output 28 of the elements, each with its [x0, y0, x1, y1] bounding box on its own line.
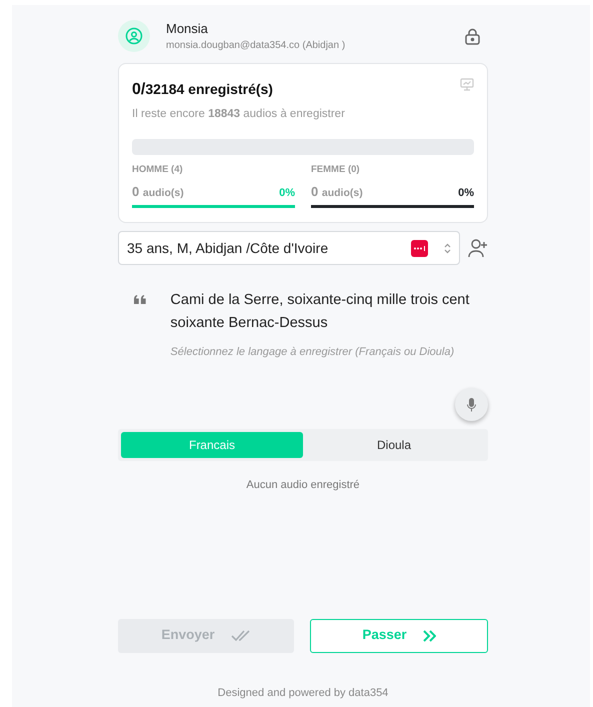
gender-label: FEMME (0) — [311, 163, 361, 178]
quote-icon — [134, 293, 146, 306]
sentence-text: Cami de la Serre, soixante-cinq mille trois cent soixante Bernac-Dessus — [170, 291, 470, 334]
chevron-up-down-icon — [444, 242, 451, 254]
skip-button[interactable]: Passer — [310, 618, 488, 652]
double-check-icon — [230, 630, 251, 642]
percent-text: 0% — [279, 186, 295, 201]
hint-text: Sélectionnez le langage à enregistrer (Français ou Dioula) — [170, 344, 456, 360]
audio-count: 0 audio(s) — [132, 182, 184, 200]
audio-count: 0 audio(s) — [311, 182, 363, 200]
footer-text: Designed and powered by data354 — [216, 686, 390, 700]
user-email: monsia.dougban@data354.co (Abidjan ) — [166, 39, 346, 54]
double-chevron-icon — [422, 630, 436, 642]
language-tab[interactable]: Dioula — [303, 432, 485, 458]
lock-icon[interactable] — [465, 28, 480, 44]
user-name: Monsia — [166, 20, 209, 38]
speaker-select[interactable]: 35 ans, M, Abidjan /Côte d'Ivoire — [118, 231, 460, 266]
recorded-count: 0/32184 enregistré(s) — [132, 80, 273, 100]
language-tab[interactable]: Francais — [121, 432, 303, 458]
flag-icon — [411, 240, 428, 257]
percent-text: 0% — [458, 186, 474, 201]
microphone-icon — [467, 398, 476, 412]
gender-label: HOMME (4) — [132, 163, 184, 178]
microphone-button[interactable] — [455, 388, 488, 422]
remaining-text: Il reste encore 18843 audios à enregistrer — [132, 107, 346, 122]
user-avatar-icon — [118, 20, 150, 52]
add-user-icon[interactable] — [468, 238, 488, 258]
empty-message: Aucun audio enregistré — [245, 478, 361, 494]
